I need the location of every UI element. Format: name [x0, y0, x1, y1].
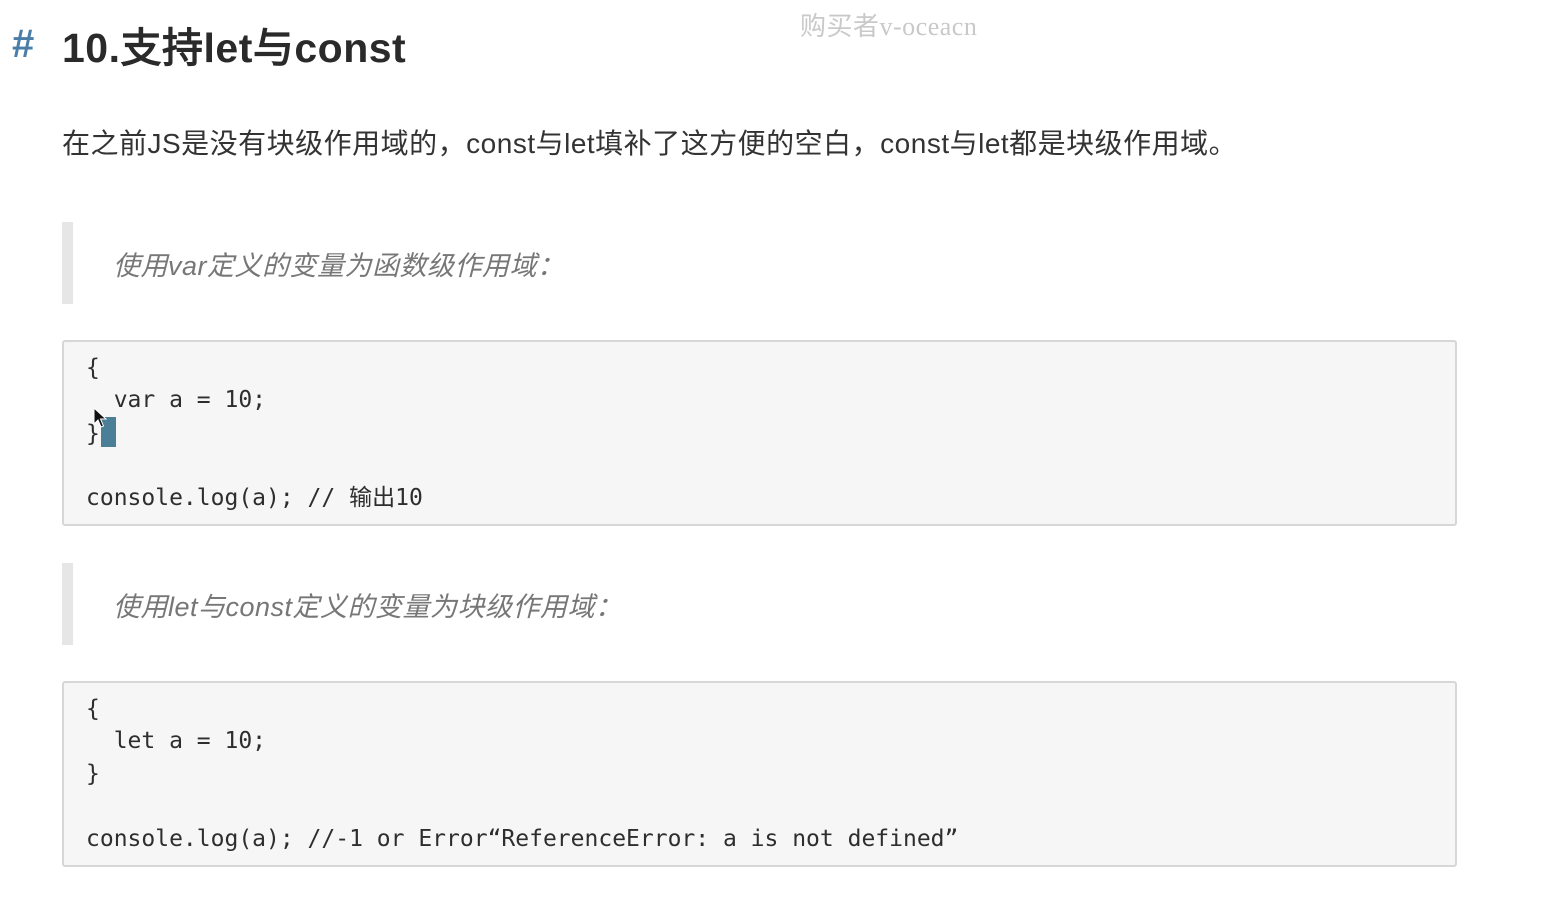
code-line-with-cursor: } [86, 416, 1433, 449]
code-line: console.log(a); //-1 or Error“ReferenceE… [86, 825, 959, 852]
blockquote-var: 使用var定义的变量为函数级作用域： [62, 222, 1456, 304]
watermark: 购买者v-oceacn [800, 12, 978, 41]
code-line: } [86, 760, 100, 787]
blockquote-let-const-text: 使用let与const定义的变量为块级作用域： [113, 591, 623, 622]
code-block-let: { let a = 10; } console.log(a); //-1 or … [62, 681, 1457, 867]
code-line: let a = 10; [86, 728, 267, 755]
code-line: { [86, 355, 100, 381]
blockquote-var-text: 使用var定义的变量为函数级作用域： [113, 250, 565, 281]
blockquote-let-const: 使用let与const定义的变量为块级作用域： [62, 563, 1456, 645]
intro-paragraph: 在之前JS是没有块级作用域的，const与let填补了这方便的空白，const与… [62, 128, 1238, 159]
mouse-pointer-icon [93, 407, 107, 428]
heading-title: 10.支持let与const [62, 25, 407, 71]
section-heading: # 10.支持let与const [12, 14, 406, 74]
code-line: console.log(a); // 输出10 [86, 484, 423, 511]
heading-anchor-hash[interactable]: # [12, 22, 62, 67]
code-line: { [86, 696, 100, 722]
code-block-var: { var a = 10; } console.log(a); // 输出10 [62, 340, 1457, 526]
code-line: var a = 10; [86, 387, 267, 414]
